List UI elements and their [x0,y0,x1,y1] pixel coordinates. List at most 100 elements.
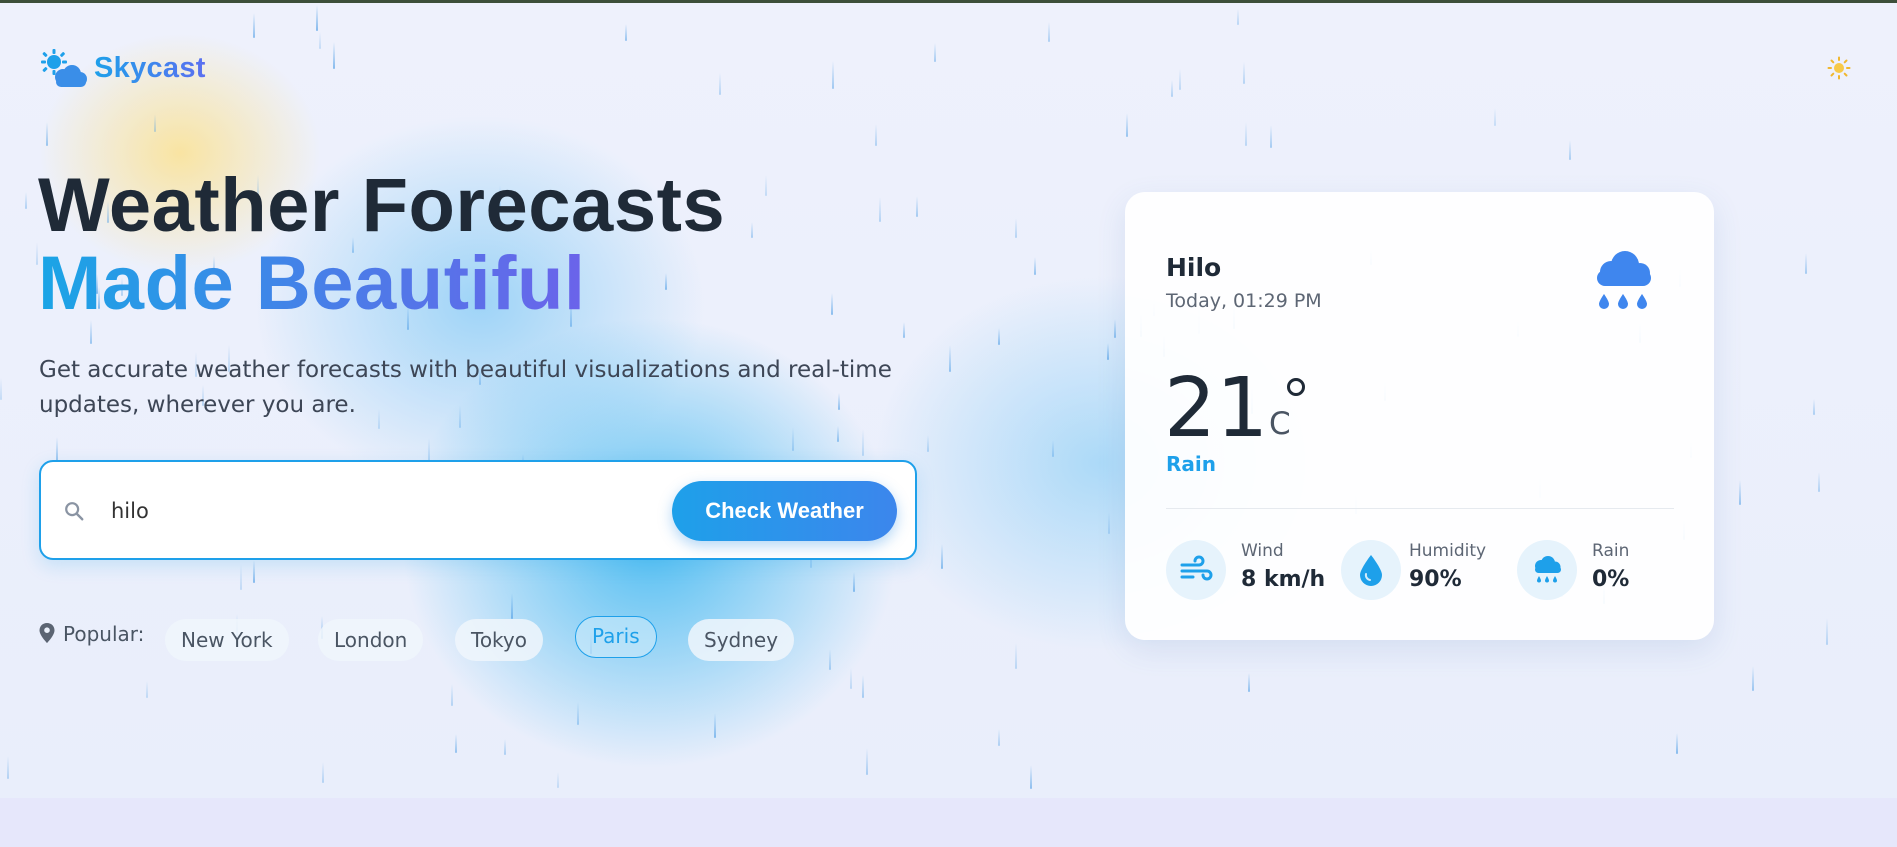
popular-label: Popular: [63,622,145,646]
rain-drop [625,24,627,41]
rain-drop [25,192,27,209]
hero-subtitle: Get accurate weather forecasts with beau… [39,357,892,418]
rain-drop [903,322,905,338]
rain-drop [322,762,324,783]
rain-drop [850,668,852,689]
wind-label: Wind [1241,541,1284,561]
rain-drop [1237,9,1239,25]
rain-drop [1171,80,1173,97]
rain-drop [998,328,1000,345]
rain-drop [557,772,559,788]
humidity-label: Humidity [1409,541,1487,561]
weather-date-time: Today, 01:29 PM [1166,290,1322,312]
popular-city-new-york[interactable]: New York [165,619,289,661]
popular-city-sydney[interactable]: Sydney [688,619,795,661]
rain-drop [866,748,868,775]
rain-drop [792,427,794,451]
rain-drop [862,429,864,456]
rain-drop [504,739,506,755]
rain-drop [154,114,156,132]
rain-drop [1494,108,1496,126]
temperature-unit: C [1269,406,1291,442]
next-section-edge [0,798,1897,847]
rain-drop [765,175,767,196]
rain-drop [1052,440,1054,457]
rain-drop [333,42,335,69]
rain-drop [1114,319,1116,338]
rain-drop [451,684,453,706]
rain-drop [253,560,255,583]
wind-icon [1180,555,1213,581]
brand-name: Skycast [94,51,206,84]
wind-metric-icon-wrap [1166,540,1226,600]
rain-drop [0,378,2,400]
temperature-value: 21 [1164,361,1269,456]
rain-label: Rain [1592,541,1630,561]
rain-drop [879,197,881,222]
rain-drop [1818,472,1820,492]
rain-drop [751,222,753,238]
rain-drop [916,196,918,217]
rain-drop [7,756,9,779]
rain-drop [1048,22,1050,42]
rain-drop [253,13,255,38]
city-search-input[interactable] [111,492,671,530]
rain-drop [862,675,864,698]
headline-line-1: Weather Forecasts [38,163,726,248]
rain-drop [1015,643,1017,669]
rain-cloud-icon [1597,251,1651,309]
rain-drop [577,702,579,725]
rain-drop [1739,480,1741,505]
rain-metric-icon-wrap [1517,540,1577,600]
rain-value: 0% [1592,567,1630,592]
popular-cities: Popular: New York London Tokyo Paris Syd… [38,616,938,665]
rain-drop [1248,673,1250,692]
rain-drop [1243,62,1245,84]
wind-value: 8 km/h [1241,567,1326,592]
rain-drop [1270,125,1272,148]
rain-drop [934,43,936,62]
rain-drop [1034,257,1036,275]
rain-drop [511,593,513,619]
card-divider [1166,508,1674,509]
rain-drop [853,572,855,592]
rain-drop [56,437,58,461]
weather-condition: Rain [1166,452,1216,476]
search-form: Check Weather [39,460,917,560]
humidity-value: 90% [1409,567,1462,592]
sun-icon [1827,56,1851,80]
popular-city-paris[interactable]: Paris [575,616,657,658]
search-icon [65,502,84,521]
check-weather-button[interactable]: Check Weather [672,481,897,541]
rain-drop [665,273,667,290]
weather-city: Hilo [1166,253,1222,282]
rain-drop [1569,140,1571,160]
rain-drop [714,713,716,738]
rain-drop [1108,512,1110,534]
rain-drop [1826,618,1828,645]
popular-city-london[interactable]: London [318,619,424,661]
rain-drop [875,124,877,146]
rain-drop [1805,253,1807,274]
theme-toggle-button[interactable] [1826,55,1852,81]
rain-drop [831,293,833,315]
brand-logo[interactable]: Skycast [38,47,206,89]
rain-drop [46,122,48,146]
rain-drop [719,73,721,95]
weather-card: Hilo Today, 01:29 PM 21 C Rain Wind 8 km… [1125,192,1714,640]
hero-section: Skycast Weather Forecasts Made Beautiful… [0,3,1897,798]
rain-drop [1752,666,1754,691]
rain-drop [1245,122,1247,146]
rain-cloud-small-icon [1535,556,1561,583]
humidity-drop-icon [1360,555,1382,586]
rain-drop [455,734,457,753]
rain-drop [319,32,321,49]
rain-drop [998,729,1000,746]
rain-drop [837,426,839,442]
rain-drop [1179,69,1181,90]
rain-drop [832,61,834,89]
rain-drop [927,435,929,452]
popular-city-tokyo[interactable]: Tokyo [455,619,543,661]
rain-drop [1126,113,1128,137]
map-pin-icon [39,623,55,643]
